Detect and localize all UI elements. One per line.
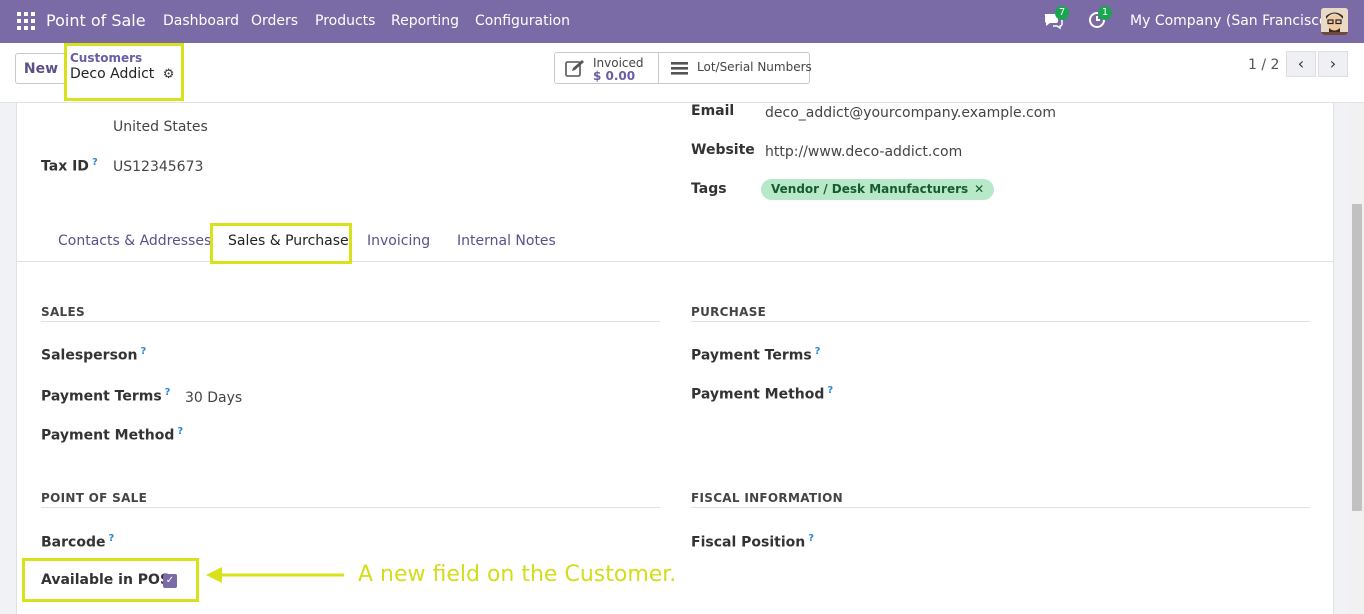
top-navbar: Point of Sale Dashboard Orders Products …: [0, 0, 1364, 43]
barcode-label: Barcode?: [41, 533, 115, 551]
help-tooltip-icon[interactable]: ?: [827, 385, 833, 396]
tax-id-field[interactable]: US12345673: [113, 159, 203, 175]
messages-button[interactable]: 7: [1043, 6, 1069, 32]
tab-contacts-addresses[interactable]: Contacts & Addresses: [58, 233, 211, 249]
help-tooltip-icon[interactable]: ?: [815, 346, 821, 357]
pos-section-title: POINT OF SALE: [41, 491, 148, 505]
fiscal-section-title: FISCAL INFORMATION: [691, 491, 843, 505]
messages-count-badge: 7: [1055, 6, 1069, 20]
sales-payment-terms-field[interactable]: 30 Days: [185, 390, 242, 406]
vertical-scrollbar[interactable]: [1350, 103, 1364, 614]
menu-orders[interactable]: Orders: [251, 13, 298, 29]
invoiced-label: Invoiced: [593, 56, 644, 70]
help-tooltip-icon[interactable]: ?: [108, 533, 114, 544]
tags-label: Tags: [691, 181, 727, 197]
breadcrumb-highlight-box: [64, 43, 184, 101]
sales-payment-terms-label: Payment Terms?: [41, 387, 171, 405]
chevron-right-icon: ›: [1329, 54, 1337, 73]
purchase-section-title: PURCHASE: [691, 305, 767, 319]
lot-serial-stat-button[interactable]: Lot/Serial Numbers: [659, 53, 812, 83]
app-name[interactable]: Point of Sale: [46, 11, 146, 30]
purchase-payment-method-label: Payment Method?: [691, 385, 834, 403]
purchase-payment-terms-label: Payment Terms?: [691, 346, 821, 364]
chevron-left-icon: ‹: [1297, 54, 1305, 73]
website-field[interactable]: http://www.deco-addict.com: [765, 144, 962, 160]
tab-highlight-box: [210, 223, 352, 264]
stat-buttons: Invoiced $ 0.00 Lot/Serial Numbers: [554, 52, 812, 84]
invoiced-value: $ 0.00: [593, 69, 636, 83]
menu-configuration[interactable]: Configuration: [475, 13, 570, 29]
pager-value[interactable]: 1 / 2: [1248, 57, 1279, 73]
list-bars-icon: [671, 62, 688, 75]
sales-section-title: SALES: [41, 305, 85, 319]
tax-id-label: Tax ID?: [41, 157, 98, 175]
lot-serial-label: Lot/Serial Numbers: [697, 60, 812, 74]
email-label: Email: [691, 103, 735, 119]
salesperson-label: Salesperson?: [41, 346, 147, 364]
sales-divider: [41, 321, 660, 322]
help-tooltip-icon[interactable]: ?: [141, 346, 147, 357]
pager-previous-button[interactable]: ‹: [1286, 51, 1316, 77]
help-tooltip-icon[interactable]: ?: [808, 533, 814, 544]
control-panel: New Customers Deco Addict ⚙ Invoiced $ 0…: [0, 43, 1364, 103]
pager-next-button[interactable]: ›: [1318, 51, 1348, 77]
user-avatar[interactable]: [1321, 8, 1348, 35]
activities-button[interactable]: 1: [1088, 6, 1112, 32]
address-country[interactable]: United States: [113, 119, 208, 135]
help-tooltip-icon[interactable]: ?: [92, 157, 98, 168]
menu-reporting[interactable]: Reporting: [391, 13, 459, 29]
edit-invoice-icon: [565, 60, 584, 77]
scrollbar-thumb[interactable]: [1352, 204, 1362, 511]
available-in-pos-highlight-box: [22, 558, 199, 602]
user-avatar-icon: [1321, 8, 1348, 35]
help-tooltip-icon[interactable]: ?: [177, 426, 183, 437]
invoiced-stat-button[interactable]: Invoiced $ 0.00: [555, 53, 659, 83]
help-tooltip-icon[interactable]: ?: [165, 387, 171, 398]
menu-dashboard[interactable]: Dashboard: [163, 13, 239, 29]
activities-count-badge: 1: [1098, 6, 1112, 20]
fiscal-divider: [691, 507, 1310, 508]
fiscal-position-label: Fiscal Position?: [691, 533, 815, 551]
tag-remove-icon[interactable]: ✕: [974, 182, 984, 196]
new-button[interactable]: New: [15, 53, 67, 84]
website-label: Website: [691, 142, 755, 158]
tab-internal-notes[interactable]: Internal Notes: [457, 233, 556, 249]
company-switcher[interactable]: My Company (San Francisco): [1130, 13, 1333, 29]
form-sheet: United States Tax ID? US12345673 Email d…: [16, 103, 1334, 614]
sales-payment-method-label: Payment Method?: [41, 426, 184, 444]
tab-invoicing[interactable]: Invoicing: [367, 233, 430, 249]
email-field[interactable]: deco_addict@yourcompany.example.com: [765, 105, 1056, 121]
annotation-text: A new field on the Customer.: [358, 562, 677, 587]
purchase-divider: [691, 321, 1310, 322]
annotation-arrow-icon: [206, 567, 344, 583]
pos-divider: [41, 507, 660, 508]
menu-products[interactable]: Products: [315, 13, 375, 29]
app-menu-icon[interactable]: [17, 12, 35, 30]
tag-chip-label: Vendor / Desk Manufacturers: [771, 182, 969, 196]
tag-chip[interactable]: Vendor / Desk Manufacturers ✕: [761, 179, 995, 200]
